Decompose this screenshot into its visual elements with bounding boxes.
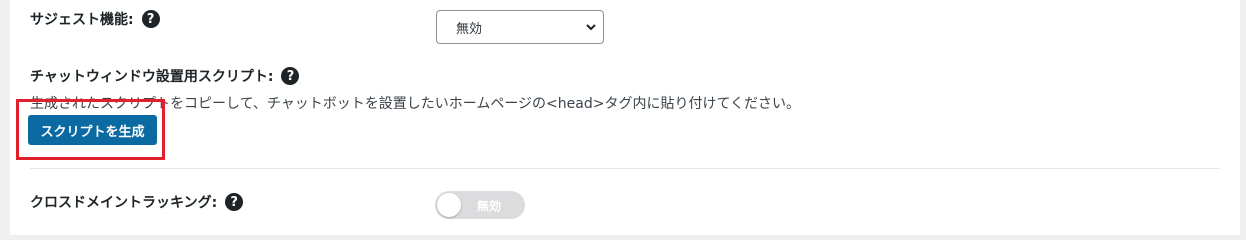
suggest-label: サジェスト機能:	[30, 12, 134, 28]
divider	[30, 168, 1220, 169]
chevron-down-icon	[586, 24, 596, 31]
suggest-row: サジェスト機能: ?	[30, 9, 160, 29]
settings-panel: サジェスト機能: ? 無効 チャットウィンドウ設置用スクリプト: ? 生成された…	[10, 0, 1240, 235]
cross-domain-toggle[interactable]: 無効	[435, 191, 525, 219]
suggest-select-value: 無効	[456, 21, 483, 37]
toggle-knob	[437, 193, 461, 217]
help-circle-icon[interactable]: ?	[225, 193, 244, 211]
cross-domain-label: クロスドメイントラッキング:	[30, 195, 218, 211]
script-row: チャットウィンドウ設置用スクリプト: ?	[30, 66, 300, 86]
help-circle-icon[interactable]: ?	[141, 10, 160, 28]
help-circle-icon[interactable]: ?	[281, 67, 300, 85]
toggle-label: 無効	[477, 199, 502, 213]
script-label: チャットウィンドウ設置用スクリプト:	[30, 69, 274, 85]
cross-domain-row: クロスドメイントラッキング: ?	[30, 192, 244, 212]
generate-script-button[interactable]: スクリプトを生成	[28, 115, 157, 145]
suggest-select[interactable]: 無効	[436, 10, 604, 44]
